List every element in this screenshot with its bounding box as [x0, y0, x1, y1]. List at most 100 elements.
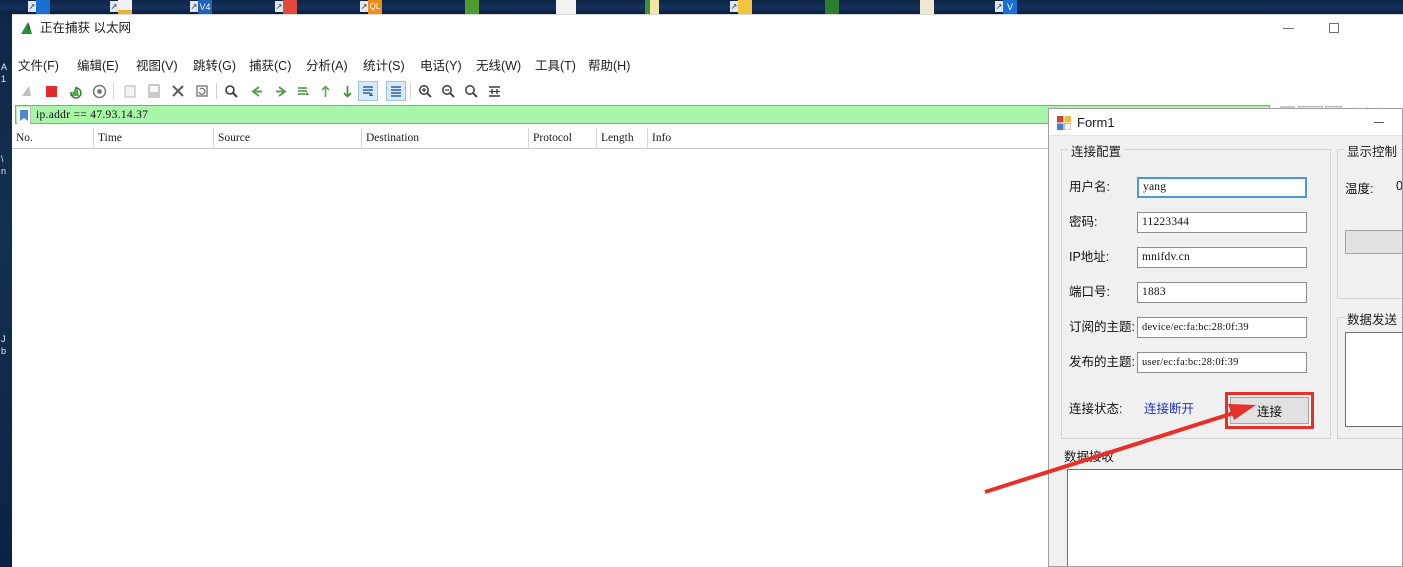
display-control-group: 显示控制 温度: 00℃ 吸: [1337, 141, 1403, 299]
column-header-no[interactable]: No.: [12, 128, 94, 149]
menu-wireless[interactable]: 无线(W): [473, 55, 524, 77]
temperature-label: 温度:: [1345, 182, 1374, 196]
desktop-icon[interactable]: ↗ QL: [360, 0, 382, 14]
menu-view[interactable]: 视图(V): [133, 55, 181, 77]
desktop-icon[interactable]: [645, 0, 667, 14]
connection-config-group: 连接配置 用户名: yang 密码: 11223344 IP地址: mnifdv…: [1061, 141, 1331, 439]
connection-config-title: 连接配置: [1068, 141, 1125, 160]
go-to-packet-icon[interactable]: [293, 81, 313, 101]
data-receive-textarea[interactable]: [1067, 469, 1402, 566]
form1-title: Form1: [1077, 115, 1115, 130]
go-forward-icon[interactable]: [270, 81, 290, 101]
column-header-protocol[interactable]: Protocol: [529, 128, 597, 149]
toolbar-separator: [410, 83, 411, 99]
open-file-icon[interactable]: [120, 81, 140, 101]
minimize-icon[interactable]: [1362, 109, 1396, 136]
minimize-icon[interactable]: [1265, 15, 1311, 41]
ip-address-label: IP地址:: [1069, 250, 1110, 264]
desktop-icon[interactable]: ↗ V: [995, 0, 1017, 14]
publish-topic-label: 发布的主题:: [1069, 355, 1135, 369]
desktop-left-column: A 1 \ n J b: [0, 14, 12, 567]
subscribe-topic-input[interactable]: device/ec:fa:bc:28:0f:39: [1137, 317, 1307, 338]
data-send-title: 数据发送: [1344, 309, 1401, 328]
password-label: 密码:: [1069, 215, 1098, 229]
menu-edit[interactable]: 编辑(E): [74, 55, 122, 77]
column-header-length[interactable]: Length: [597, 128, 648, 149]
go-last-packet-icon[interactable]: [337, 81, 357, 101]
reload-file-icon[interactable]: [192, 81, 212, 101]
username-input[interactable]: yang: [1137, 177, 1307, 198]
desktop-text-fragment: b: [1, 346, 7, 356]
desktop-icon[interactable]: ↗: [110, 0, 132, 14]
capture-options-icon[interactable]: [89, 81, 109, 101]
menu-analyze[interactable]: 分析(A): [303, 55, 351, 77]
display-filter-value: ip.addr == 47.93.14.37: [36, 109, 149, 121]
close-file-icon[interactable]: [168, 81, 188, 101]
winforms-icon: [1057, 116, 1072, 131]
username-label: 用户名:: [1069, 180, 1110, 194]
publish-topic-input[interactable]: user/ec:fa:bc:28:0f:39: [1137, 352, 1307, 373]
go-first-packet-icon[interactable]: [315, 81, 335, 101]
ip-address-input[interactable]: mnifdv.cn: [1137, 247, 1307, 268]
temperature-value: 00℃: [1396, 179, 1403, 193]
menu-capture[interactable]: 捕获(C): [246, 55, 294, 77]
wireshark-title-bar: 正在捕获 以太网: [12, 15, 1403, 41]
menu-go[interactable]: 跳转(G): [190, 55, 239, 77]
data-receive-title: 数据接收: [1061, 446, 1118, 465]
desktop-text-fragment: A: [1, 62, 8, 72]
menu-telephony[interactable]: 电话(Y): [417, 55, 465, 77]
menu-file[interactable]: 文件(F): [15, 55, 62, 77]
start-capture-icon[interactable]: [17, 81, 37, 101]
desktop-icon[interactable]: ↗: [730, 0, 752, 14]
form1-title-bar: Form1: [1049, 109, 1402, 136]
toolbar-separator: [113, 83, 114, 99]
desktop-icon[interactable]: ↗ V4: [190, 0, 212, 14]
column-header-destination[interactable]: Destination: [362, 128, 529, 149]
wireshark-title: 正在捕获 以太网: [40, 21, 131, 35]
connect-button-highlight: [1225, 392, 1314, 429]
desktop-text-fragment: J: [1, 334, 6, 344]
desktop-icon[interactable]: [825, 0, 847, 14]
desktop-text-fragment: n: [1, 166, 7, 176]
toolbar-separator: [216, 83, 217, 99]
zoom-in-icon[interactable]: [415, 81, 435, 101]
desktop-icon[interactable]: [556, 0, 578, 14]
menu-help[interactable]: 帮助(H): [585, 55, 633, 77]
subscribe-topic-label: 订阅的主题:: [1069, 320, 1135, 334]
bookmark-icon[interactable]: [17, 107, 31, 124]
menu-tools[interactable]: 工具(T): [532, 55, 579, 77]
column-header-source[interactable]: Source: [214, 128, 362, 149]
connection-status-label: 连接状态:: [1069, 402, 1123, 416]
find-packet-icon[interactable]: [221, 81, 241, 101]
display-control-title: 显示控制: [1344, 141, 1401, 160]
stop-capture-icon[interactable]: [41, 81, 61, 101]
data-receive-group: 数据接收: [1061, 446, 1402, 566]
form1-window: Form1 连接配置 用户名: yang 密码: 11223344 IP地址: …: [1048, 108, 1403, 567]
data-send-textarea[interactable]: [1345, 332, 1402, 427]
desktop-icon[interactable]: ↗: [28, 0, 50, 14]
port-label: 端口号:: [1069, 285, 1110, 299]
wireshark-menu-bar: 文件(F) 编辑(E) 视图(V) 跳转(G) 捕获(C) 分析(A) 统计(S…: [12, 55, 1403, 77]
zoom-reset-icon[interactable]: [461, 81, 481, 101]
port-input[interactable]: 1883: [1137, 282, 1307, 303]
go-back-icon[interactable]: [247, 81, 267, 101]
password-input[interactable]: 11223344: [1137, 212, 1307, 233]
resize-columns-icon[interactable]: [484, 81, 504, 101]
desktop-icon[interactable]: [920, 0, 942, 14]
wireshark-toolbar: [12, 79, 1403, 103]
screen: ↗ ↗ ↗ V4 ↗ ↗ QL ↗ ↗ V A 1 \ n J b 正在捕获 以…: [0, 0, 1403, 567]
save-file-icon[interactable]: [144, 81, 164, 101]
restart-capture-icon[interactable]: [65, 81, 85, 101]
desktop-text-fragment: \: [1, 154, 4, 164]
zoom-out-icon[interactable]: [438, 81, 458, 101]
colorize-icon[interactable]: [386, 81, 406, 101]
wireshark-shark-fin-icon: [19, 21, 34, 36]
desktop-icon[interactable]: ↗: [275, 0, 297, 14]
data-send-group: 数据发送: [1337, 309, 1402, 439]
desktop-icon[interactable]: [465, 0, 487, 14]
column-header-time[interactable]: Time: [94, 128, 214, 149]
menu-statistics[interactable]: 统计(S): [360, 55, 408, 77]
maximize-icon[interactable]: [1311, 15, 1357, 41]
auto-scroll-icon[interactable]: [358, 81, 378, 101]
suction-button[interactable]: 吸: [1345, 230, 1402, 254]
